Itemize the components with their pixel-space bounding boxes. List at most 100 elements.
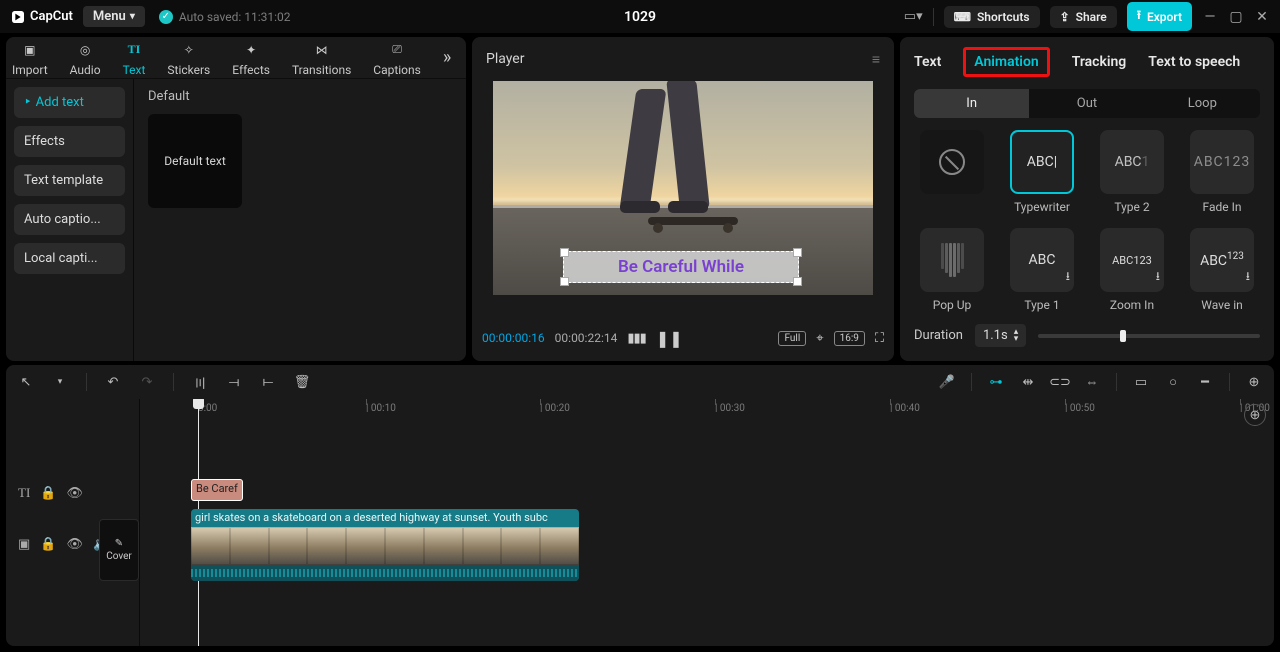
timeline-canvas[interactable]: 0:00 | 00:10 | 00:20 | 00:30 | 00:40 | 0… <box>140 399 1274 646</box>
lock-icon[interactable]: 🔒 <box>40 537 56 552</box>
magnet-icon[interactable]: ⊶ <box>986 372 1006 392</box>
duration-input[interactable]: 1.1s ▴▾ <box>975 324 1026 347</box>
anim-type2[interactable]: ABC1 Type 2 <box>1094 130 1170 214</box>
text-content: Default Default text <box>134 79 466 361</box>
inspector-tab-text[interactable]: Text <box>914 54 941 70</box>
align-icon[interactable]: ⇔ <box>1082 372 1102 392</box>
player-fullscreen-icon[interactable]: ⛶ <box>875 331 884 346</box>
player-menu-icon[interactable]: ≡ <box>872 51 880 68</box>
stepper-icon[interactable]: ▴▾ <box>1014 329 1019 343</box>
media-tab-effects[interactable]: ✦Effects <box>232 39 270 77</box>
video-clip[interactable]: girl skates on a skateboard on a deserte… <box>191 509 579 581</box>
shortcuts-button[interactable]: ⌨ Shortcuts <box>944 6 1040 28</box>
pointer-tool-icon[interactable]: ↖ <box>16 372 36 392</box>
share-button[interactable]: ⇪ Share <box>1050 6 1117 28</box>
split-icon[interactable]: 〣 <box>190 372 210 392</box>
video-clip-thumbnails <box>191 527 579 565</box>
media-tabs: ▣Import ◎Audio TIText ✧Stickers ✦Effects… <box>6 37 466 79</box>
inspector-tab-animation[interactable]: Animation <box>963 47 1049 77</box>
player-volume-icon[interactable]: ▮▮▮ <box>627 331 645 346</box>
inspector-tab-tts[interactable]: Text to speech <box>1148 54 1240 70</box>
duration-slider[interactable] <box>1038 334 1260 338</box>
eye-icon[interactable]: 👁 <box>66 537 83 552</box>
snap-icon[interactable]: ⊂⊃ <box>1050 372 1070 392</box>
timeline: TI 🔒 👁 ▣ 🔒 👁 🔈 ⋯ ✎ Cover 0:00 | 00:10 | … <box>6 399 1274 646</box>
mic-icon[interactable]: 🎤 <box>937 372 957 392</box>
zoom-out-icon[interactable]: ○ <box>1163 372 1183 392</box>
app-brand: CapCut <box>10 9 73 25</box>
anim-wavein[interactable]: ABC123⭳ Wave in <box>1184 228 1260 312</box>
redo-icon[interactable]: ↷ <box>137 372 157 392</box>
inspector-tab-tracking[interactable]: Tracking <box>1072 54 1127 70</box>
anim-typewriter[interactable]: ABC| Typewriter <box>1004 130 1080 214</box>
zoom-fit-icon[interactable]: ⊕ <box>1244 372 1264 392</box>
window-maximize-icon[interactable]: ▢ <box>1228 9 1244 25</box>
animation-subtabs: In Out Loop <box>914 89 1260 118</box>
default-text-thumbnail[interactable]: Default text <box>148 114 242 208</box>
text-sidebar: Add text Effects Text template Auto capt… <box>6 79 134 361</box>
menu-button[interactable]: Menu ▾ <box>83 6 145 27</box>
stickers-icon: ✧ <box>178 39 200 61</box>
text-clip[interactable]: Be Caref <box>191 479 243 501</box>
undo-icon[interactable]: ↶ <box>103 372 123 392</box>
duration-label: Duration <box>914 328 963 343</box>
cover-button[interactable]: ✎ Cover <box>99 519 139 581</box>
layout-icon[interactable]: ▭▾ <box>904 9 923 24</box>
media-tab-text[interactable]: TIText <box>123 39 146 77</box>
media-tab-transitions[interactable]: ⋈Transitions <box>292 39 351 77</box>
text-icon: TI <box>123 39 145 61</box>
download-icon: ⭳ <box>1066 267 1070 288</box>
player-scale-icon[interactable]: ⌖ <box>816 331 823 346</box>
trim-left-icon[interactable]: ⟞ <box>224 372 244 392</box>
anim-type1[interactable]: ABC⭳ Type 1 <box>1004 228 1080 312</box>
sidebar-item-local-captions[interactable]: Local capti... <box>14 243 125 274</box>
media-tab-import[interactable]: ▣Import <box>12 39 48 77</box>
text-track-header: TI 🔒 👁 <box>6 481 139 505</box>
trim-right-icon[interactable]: ⟝ <box>258 372 278 392</box>
captions-icon: ⎚ <box>386 39 408 61</box>
animation-sub-loop[interactable]: Loop <box>1145 89 1260 118</box>
text-overlay-selection[interactable]: Be Careful While <box>563 251 799 283</box>
zoom-slider-icon[interactable]: ━ <box>1195 372 1215 392</box>
video-clip-waveform <box>191 565 579 581</box>
media-tab-audio[interactable]: ◎Audio <box>70 39 101 77</box>
pointer-dropdown-icon[interactable]: ▾ <box>50 372 70 392</box>
import-icon: ▣ <box>19 39 41 61</box>
timeline-track-headers: TI 🔒 👁 ▣ 🔒 👁 🔈 ⋯ ✎ Cover <box>6 399 140 646</box>
sidebar-item-add-text[interactable]: Add text <box>14 87 125 118</box>
export-button[interactable]: ⭱ Export <box>1127 2 1192 31</box>
player-panel: Player ≡ Be Careful While 00:00:00:16 00… <box>472 37 894 361</box>
sidebar-item-auto-captions[interactable]: Auto captio... <box>14 204 125 235</box>
app-brand-label: CapCut <box>30 9 73 24</box>
media-tabs-more-icon[interactable]: » <box>443 47 461 68</box>
media-tab-captions[interactable]: ⎚Captions <box>373 39 421 77</box>
link-tracks-icon[interactable]: ⇹ <box>1018 372 1038 392</box>
player-pause-icon[interactable]: ❚❚ <box>656 329 683 348</box>
player-preview[interactable]: Be Careful While <box>493 81 873 295</box>
project-title[interactable]: 1029 <box>624 9 656 25</box>
chevron-down-icon: ▾ <box>130 11 135 22</box>
media-tab-stickers[interactable]: ✧Stickers <box>167 39 210 77</box>
sidebar-item-text-template[interactable]: Text template <box>14 165 125 196</box>
anim-popup[interactable]: Pop Up <box>914 228 990 312</box>
del-animation-delete-icon[interactable]: 🗑 <box>292 372 312 392</box>
sidebar-item-effects[interactable]: Effects <box>14 126 125 157</box>
eye-icon[interactable]: 👁 <box>66 486 83 501</box>
top-bar: CapCut Menu ▾ ✓ Auto saved: 11:31:02 102… <box>0 0 1280 33</box>
preview-icon[interactable]: ▭ <box>1131 372 1151 392</box>
animation-sub-out[interactable]: Out <box>1029 89 1144 118</box>
lock-icon[interactable]: 🔒 <box>40 486 56 501</box>
window-close-icon[interactable]: ✕ <box>1254 9 1270 25</box>
window-minimize-icon[interactable]: — <box>1202 9 1218 25</box>
media-panel: ▣Import ◎Audio TIText ✧Stickers ✦Effects… <box>6 37 466 361</box>
timeline-ruler[interactable]: 0:00 | 00:10 | 00:20 | 00:30 | 00:40 | 0… <box>140 399 1274 423</box>
player-quality-full[interactable]: Full <box>778 331 806 346</box>
anim-fadein[interactable]: ABC123 Fade In <box>1184 130 1260 214</box>
anim-zoomin[interactable]: ABC123⭳ Zoom In <box>1094 228 1170 312</box>
player-controls: 00:00:00:16 00:00:22:14 ▮▮▮ ❚❚ Full ⌖ 16… <box>472 315 894 361</box>
topbar-right: ▭▾ ⌨ Shortcuts ⇪ Share ⭱ Export — ▢ ✕ <box>904 2 1270 31</box>
player-aspect[interactable]: 16:9 <box>834 331 865 346</box>
anim-none[interactable] <box>914 130 990 214</box>
animation-sub-in[interactable]: In <box>914 89 1029 118</box>
timeline-add-icon[interactable]: ⊕ <box>1244 404 1266 426</box>
